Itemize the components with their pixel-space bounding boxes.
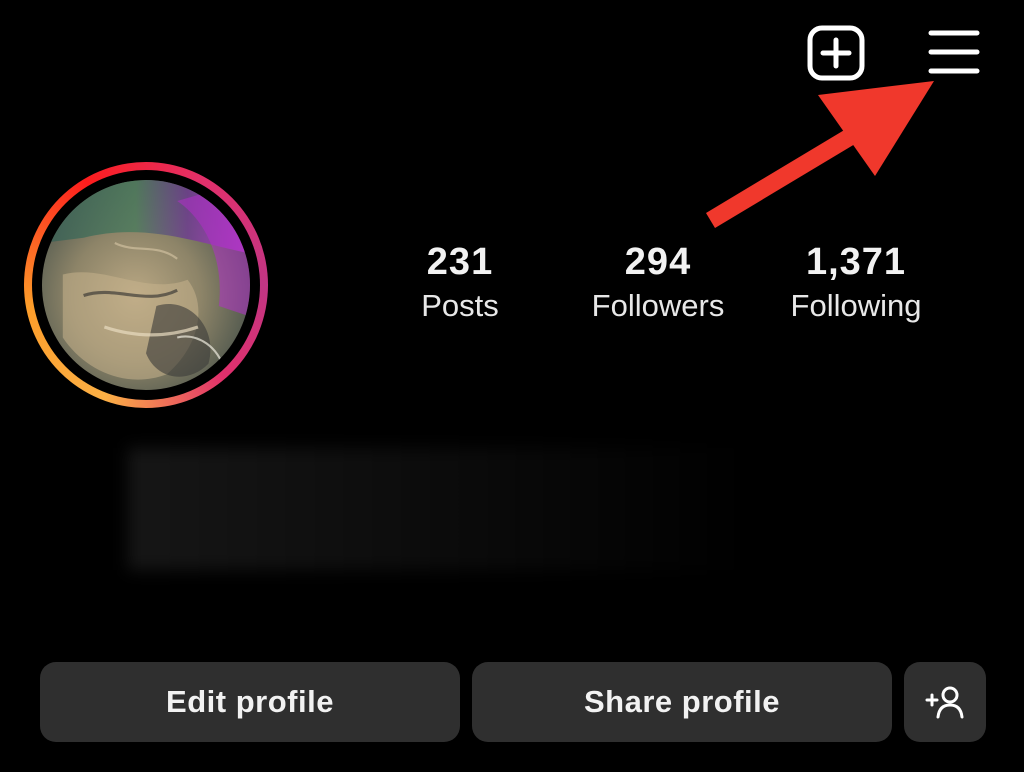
edit-profile-button[interactable]: Edit profile <box>40 662 460 742</box>
followers-label: Followers <box>591 288 725 323</box>
posts-label: Posts <box>421 288 499 323</box>
new-post-icon[interactable] <box>806 25 866 81</box>
add-person-icon <box>925 686 964 719</box>
arrow-head <box>818 81 934 176</box>
menu-icon[interactable] <box>926 27 982 77</box>
posts-count: 231 <box>426 241 494 283</box>
profile-picture <box>42 180 250 390</box>
bio-redacted <box>128 448 748 570</box>
stat-followers[interactable]: 294 Followers <box>558 238 758 326</box>
share-profile-button[interactable]: Share profile <box>472 662 892 742</box>
arrow-shaft <box>706 129 855 228</box>
stat-posts[interactable]: 231 Posts <box>360 238 560 326</box>
stat-following[interactable]: 1,371 Following <box>756 238 956 326</box>
followers-count: 294 <box>624 241 692 283</box>
following-count: 1,371 <box>805 241 907 283</box>
following-label: Following <box>790 288 922 323</box>
discover-people-button[interactable] <box>904 662 986 742</box>
avatar[interactable] <box>24 162 268 408</box>
